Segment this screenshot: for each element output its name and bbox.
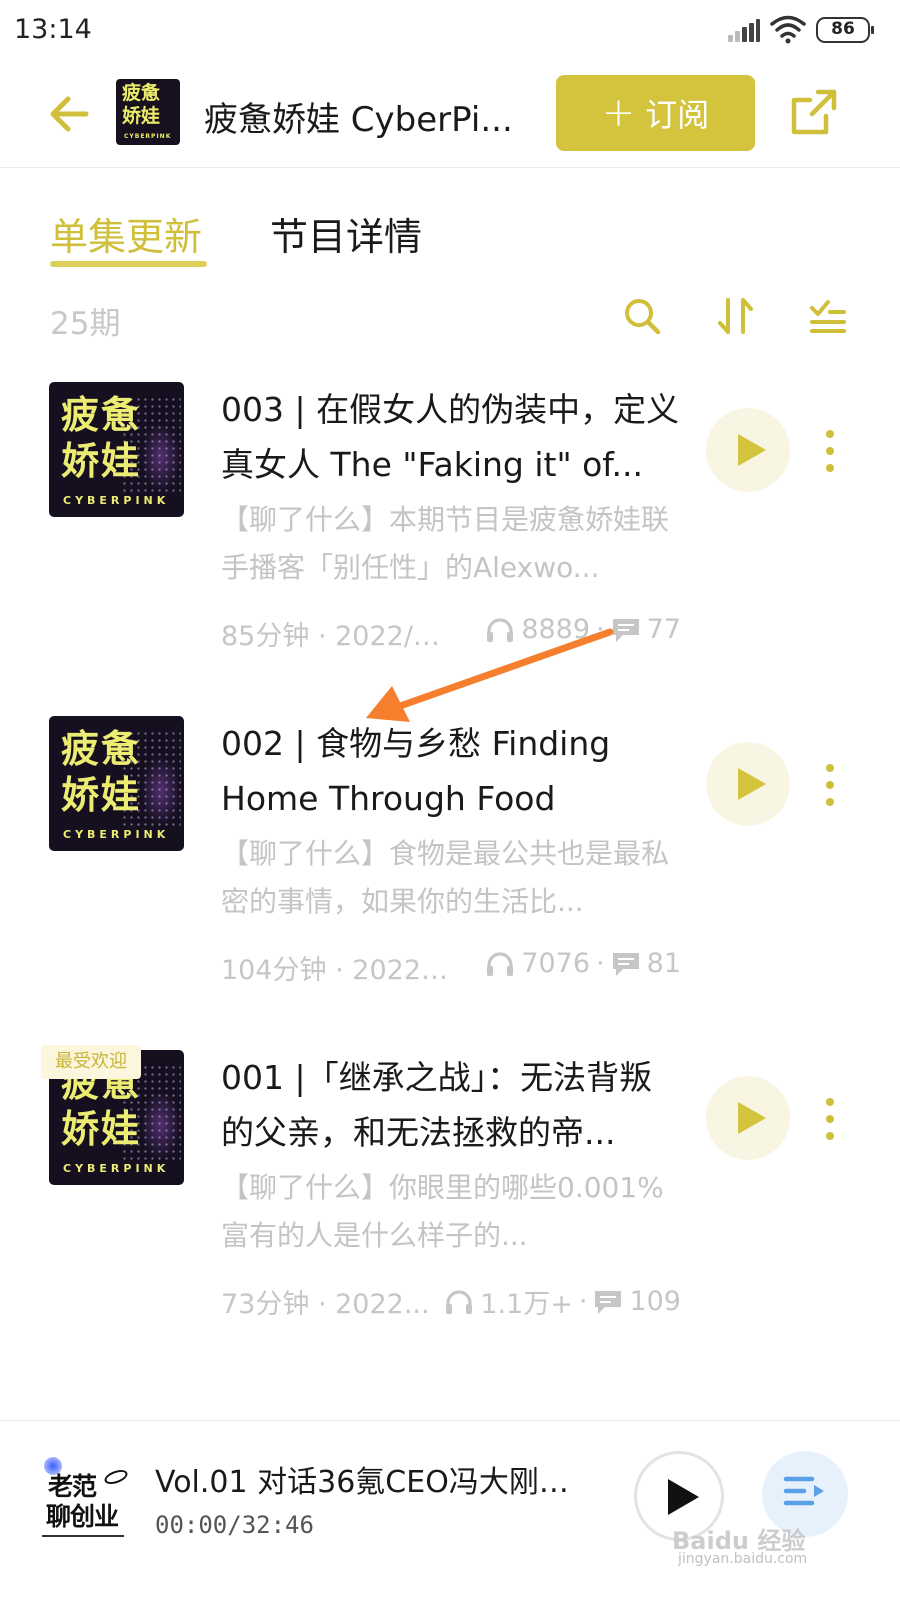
episode-title[interactable]: 003 | 在假女人的伪装中，定义真女人 The "Faking it" of.… [221, 382, 681, 492]
episode-title[interactable]: 001 |「继承之战」：无法背叛的父亲，和无法拯救的帝... [221, 1050, 681, 1160]
episode-meta: 85分钟 · 2022/0... 8889 · 77 [221, 614, 681, 654]
play-button[interactable] [706, 742, 790, 826]
cover-text: 疲惫 [122, 82, 161, 104]
cover-text: 娇娃 [61, 1107, 142, 1151]
play-icon [668, 1479, 699, 1515]
planet-icon [102, 1467, 130, 1487]
play-button[interactable] [706, 1076, 790, 1160]
more-options-icon[interactable] [818, 1094, 842, 1144]
meta-separator: · [596, 948, 605, 979]
search-icon[interactable] [622, 296, 662, 336]
now-playing-title[interactable]: Vol.01 对话36氪CEO冯大刚：... [155, 1457, 595, 1501]
status-bar: 13:14 86 [0, 0, 900, 62]
episode-item[interactable]: 疲惫 娇娃 CYBERPINK 最受欢迎 001 |「继承之战」：无法背叛的父亲… [0, 1045, 900, 1350]
watermark-url: jingyan.baidu.com [678, 1551, 808, 1567]
back-arrow-icon[interactable] [44, 88, 96, 140]
cover-text: 疲惫 [61, 727, 142, 771]
subscribe-button[interactable]: + 订阅 [556, 75, 755, 151]
cover-text: 娇娃 [61, 439, 142, 483]
play-button[interactable] [706, 408, 790, 492]
cover-subtext: CYBERPINK [63, 494, 170, 507]
episode-duration-date: 85分钟 · 2022/0... [221, 621, 449, 652]
headphones-icon [446, 1289, 473, 1314]
share-icon[interactable] [788, 86, 840, 138]
episode-cover: 疲惫 娇娃 CYBERPINK [49, 382, 184, 517]
cover-text: 疲惫 [61, 393, 142, 437]
episode-description: 【聊了什么】你眼里的哪些0.001%富有的人是什么样子的... [221, 1171, 664, 1252]
cover-subtext: CYBERPINK [63, 828, 170, 841]
play-count: 1.1万+ [480, 1289, 573, 1320]
episode-description: 【聊了什么】本期节目是疲惫娇娃联手播客「别任性」的Alexwo... [221, 503, 670, 584]
play-icon [738, 434, 766, 466]
comment-count: 81 [646, 948, 681, 979]
tab-details[interactable]: 节目详情 [270, 206, 422, 261]
play-icon [738, 768, 766, 800]
cover-subtext: CYBERPINK [63, 1162, 170, 1175]
episode-title[interactable]: 002 | 食物与乡愁 Finding Home Through Food [221, 716, 681, 826]
meta-separator: · [578, 1286, 588, 1317]
active-tab-indicator [50, 261, 207, 267]
comment-count: 109 [629, 1286, 681, 1317]
podcast-cover-thumbnail: 疲惫 娇娃 CYBERPINK [116, 79, 180, 145]
subscribe-label: 订阅 [645, 96, 710, 134]
headphones-icon [487, 617, 514, 642]
episode-description: 【聊了什么】食物是最公共也是最私密的事情，如果你的生活比... [221, 837, 670, 918]
now-playing-cover: 老范 聊创业 [38, 1457, 134, 1549]
episode-meta: 104分钟 · 2022/... 7076 · 81 [221, 948, 681, 988]
cover-subtext: CYBERPINK [124, 133, 172, 140]
episode-count: 25期 [50, 306, 121, 342]
mini-player[interactable]: 老范 聊创业 Vol.01 对话36氪CEO冯大刚：... 00:00/32:4… [0, 1420, 900, 1600]
episode-duration-date: 73分钟 · 2022... [221, 1289, 430, 1320]
comment-icon [595, 1290, 622, 1314]
podcast-title: 疲惫娇娃 CyberPi... [204, 100, 513, 140]
comment-count: 77 [646, 614, 681, 645]
meta-separator: · [596, 614, 605, 645]
episode-cover: 疲惫 娇娃 CYBERPINK [49, 716, 184, 851]
podcast-header: 疲惫 娇娃 CYBERPINK 疲惫娇娃 CyberPi... + 订阅 [0, 62, 900, 168]
status-time: 13:14 [14, 14, 92, 45]
most-popular-badge: 最受欢迎 [41, 1045, 141, 1079]
more-options-icon[interactable] [818, 426, 842, 476]
cover-text: 娇娃 [61, 773, 142, 817]
more-options-icon[interactable] [818, 760, 842, 810]
comment-icon [612, 952, 639, 976]
cover-text: 娇娃 [122, 105, 161, 127]
headphones-icon [487, 951, 514, 976]
episode-meta: 73分钟 · 2022... 1.1万+ · 109 [221, 1282, 681, 1322]
tab-episodes[interactable]: 单集更新 [50, 206, 202, 261]
play-icon [738, 1102, 766, 1134]
battery-indicator: 86 [816, 17, 874, 43]
episode-item[interactable]: 疲惫 娇娃 CYBERPINK 003 | 在假女人的伪装中，定义真女人 The… [0, 382, 900, 682]
wifi-icon [770, 15, 806, 44]
batch-select-icon[interactable] [808, 296, 848, 336]
episode-duration-date: 104分钟 · 2022/... [221, 955, 449, 986]
signal-icon [728, 18, 760, 42]
playlist-icon [783, 1476, 824, 1506]
playback-time: 00:00/32:46 [155, 1511, 314, 1539]
plus-icon: + [601, 90, 636, 136]
play-count: 7076 [521, 948, 591, 979]
sort-icon[interactable] [716, 296, 756, 336]
comment-icon [612, 618, 639, 642]
episode-item[interactable]: 疲惫 娇娃 CYBERPINK 002 | 食物与乡愁 Finding Home… [0, 716, 900, 1016]
logo-text: 聊创业 [46, 1502, 119, 1531]
play-count: 8889 [521, 614, 591, 645]
